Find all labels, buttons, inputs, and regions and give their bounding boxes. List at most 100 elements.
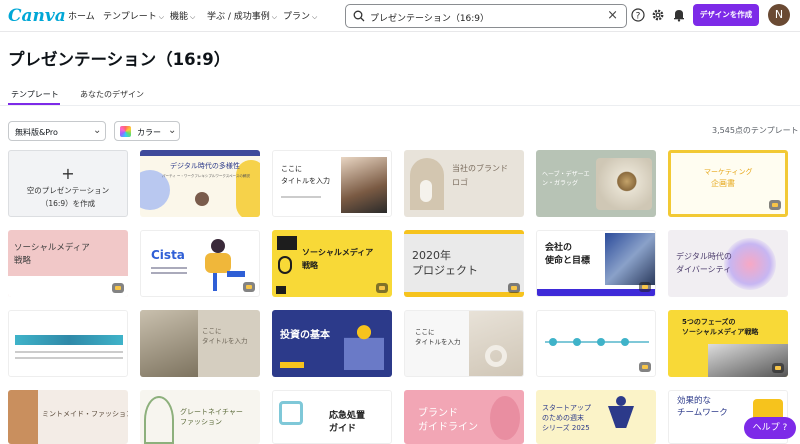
gear-icon[interactable] [651, 8, 665, 22]
template-card-10[interactable]: 会社の 使命と目標 [536, 230, 656, 297]
flower-illustration [490, 396, 520, 440]
template-card-17[interactable]: 5つのフェーズの ソーシャルメディア戦略 [668, 310, 788, 377]
template-card-2[interactable]: ここに タイトルを入力 [272, 150, 392, 217]
version-badge [277, 236, 297, 250]
nav-features[interactable]: 機能 ⌵ [170, 9, 195, 22]
template-card-1[interactable]: デジタル時代の多様性 パーティ ー・ワークフレキシブルワークスペースの解説 [140, 150, 260, 217]
illustration-head [616, 396, 626, 406]
card-title-line1: ここに [202, 327, 222, 335]
template-card-15[interactable]: ここに タイトルを入力 [404, 310, 524, 377]
help-button[interactable]: ヘルプ ? [744, 417, 796, 439]
card-title: デジタル時代の多様性 [170, 162, 240, 170]
card-title-line1: ヘーブ・デザーエ [542, 171, 590, 178]
leaf-illustration [144, 396, 174, 444]
chevron-down-icon: ⌵ [312, 13, 318, 21]
photo-thumbnail [469, 311, 523, 376]
clear-search-icon[interactable]: × [607, 8, 618, 24]
template-card-13[interactable]: ここに タイトルを入力 [140, 310, 260, 377]
chevron-down-icon: ⌵ [271, 13, 278, 21]
card-title-line2: 企画書 [711, 179, 735, 188]
pro-crown-icon [508, 283, 520, 293]
decor-bar [140, 150, 260, 156]
template-card-6[interactable]: ソーシャルメディア 戦略 [8, 230, 128, 297]
medical-cross-icon [279, 401, 303, 425]
template-card-7[interactable]: Cista [140, 230, 260, 297]
template-card-16[interactable] [536, 310, 656, 377]
card-title-line2: 使命と目標 [545, 256, 591, 266]
nav-templates[interactable]: テンプレート ⌵ [103, 9, 164, 22]
decor-band [8, 276, 128, 297]
gradient-blob [724, 238, 776, 290]
template-card-18[interactable]: ミントメイド・ファッション [8, 390, 128, 444]
card-title-line1: ソーシャルメディア [14, 243, 90, 253]
avatar[interactable]: N [768, 4, 790, 26]
create-design-button[interactable]: デザインを作成 [693, 4, 759, 26]
nav-home[interactable]: ホーム [68, 9, 95, 22]
tabs-divider [0, 105, 800, 106]
text-line [151, 272, 187, 274]
timeline-dot [549, 338, 557, 346]
vase-shape [420, 180, 432, 202]
template-card-21[interactable]: ブランド ガイドライン [404, 390, 524, 444]
card-title-line1: グレートネイチャー [180, 408, 243, 416]
card-title-line3: シリーズ 2025 [542, 424, 590, 432]
nav-home-label: ホーム [68, 12, 95, 22]
card-title-line2: タイトルを入力 [281, 177, 330, 185]
card-title-line1: 5つのフェーズの [682, 318, 736, 326]
pro-crown-icon [376, 283, 388, 293]
card-title-line2: プロジェクト [412, 264, 478, 277]
color-filter-dropdown[interactable]: カラー ⌄ [114, 121, 180, 141]
template-card-4[interactable]: ヘーブ・デザーエ ン・ガラッグ [536, 150, 656, 217]
color-swatch-icon [120, 126, 131, 137]
text-line [151, 267, 187, 269]
svg-text:?: ? [636, 12, 641, 22]
card-title-line1: ここに [415, 328, 435, 336]
create-blank-card[interactable]: + 空のプレゼンテーション （16:9）を作成 [8, 150, 128, 217]
photo-thumbnail [605, 233, 655, 285]
text-line [15, 357, 123, 359]
card-title-line1: 当社のブランド [452, 164, 508, 173]
decor-bar [404, 230, 524, 234]
illustration-desk [227, 271, 245, 277]
nav-plans[interactable]: プラン ⌵ [283, 9, 317, 22]
template-card-20[interactable]: 応急処置 ガイド [272, 390, 392, 444]
card-title-line2: タイトルを入力 [415, 338, 461, 346]
template-card-3[interactable]: 当社のブランド ロゴ [404, 150, 524, 217]
result-count: 3,545点のテンプレート [712, 126, 799, 135]
search-input[interactable]: プレゼンテーション（16:9） [370, 11, 489, 24]
template-card-14[interactable]: 投資の基本 [272, 310, 392, 377]
card-title-line2: ソーシャルメディア戦略 [682, 328, 759, 336]
nav-learn[interactable]: 学ぶ / 成功事例 ⌵ [207, 9, 277, 22]
illustration-body [608, 406, 634, 428]
tab-your-designs[interactable]: あなたのデザイン [80, 89, 144, 100]
chevron-down-icon: ⌄ [168, 125, 177, 136]
card-title-line1: 2020年 [412, 249, 451, 262]
play-icon [276, 286, 286, 294]
canva-logo[interactable]: Canva [8, 6, 66, 26]
illustration-head [211, 239, 225, 253]
nav-features-label: 機能 [170, 12, 189, 22]
price-filter-dropdown[interactable]: 無料版&Pro ⌄ [8, 121, 106, 141]
template-card-9[interactable]: 2020年 プロジェクト [404, 230, 524, 297]
top-bar: Canva ホーム テンプレート ⌵ 機能 ⌵ 学ぶ / 成功事例 ⌵ プラン ⌵ プレ… [0, 0, 800, 32]
template-card-11[interactable]: デジタル時代の ダイバーシティ [668, 230, 788, 297]
bell-icon[interactable] [672, 8, 686, 22]
card-title-line1: ここに [281, 165, 302, 173]
price-filter-label: 無料版&Pro [15, 128, 58, 137]
pro-crown-icon [112, 283, 124, 293]
timeline-dot [597, 338, 605, 346]
search-bar[interactable]: プレゼンテーション（16:9） × [345, 4, 627, 28]
color-filter-label: カラー [137, 128, 161, 137]
card-title-line2: ロゴ [452, 178, 468, 187]
template-card-22[interactable]: スタートアップ のための週末 シリーズ 2025 [536, 390, 656, 444]
card-title-line1: デジタル時代の [676, 252, 732, 261]
tab-templates[interactable]: テンプレート [11, 89, 59, 100]
template-card-5[interactable]: マーケティング 企画書 [668, 150, 788, 217]
template-card-12[interactable] [8, 310, 128, 377]
help-icon[interactable]: ? [631, 8, 645, 22]
decor-panel [8, 390, 38, 444]
template-card-19[interactable]: グレートネイチャー ファッション [140, 390, 260, 444]
template-card-8[interactable]: ソーシャルメディア 戦略 [272, 230, 392, 297]
plus-icon: + [61, 164, 75, 183]
card-title: ミントメイド・ファッション [42, 410, 128, 418]
